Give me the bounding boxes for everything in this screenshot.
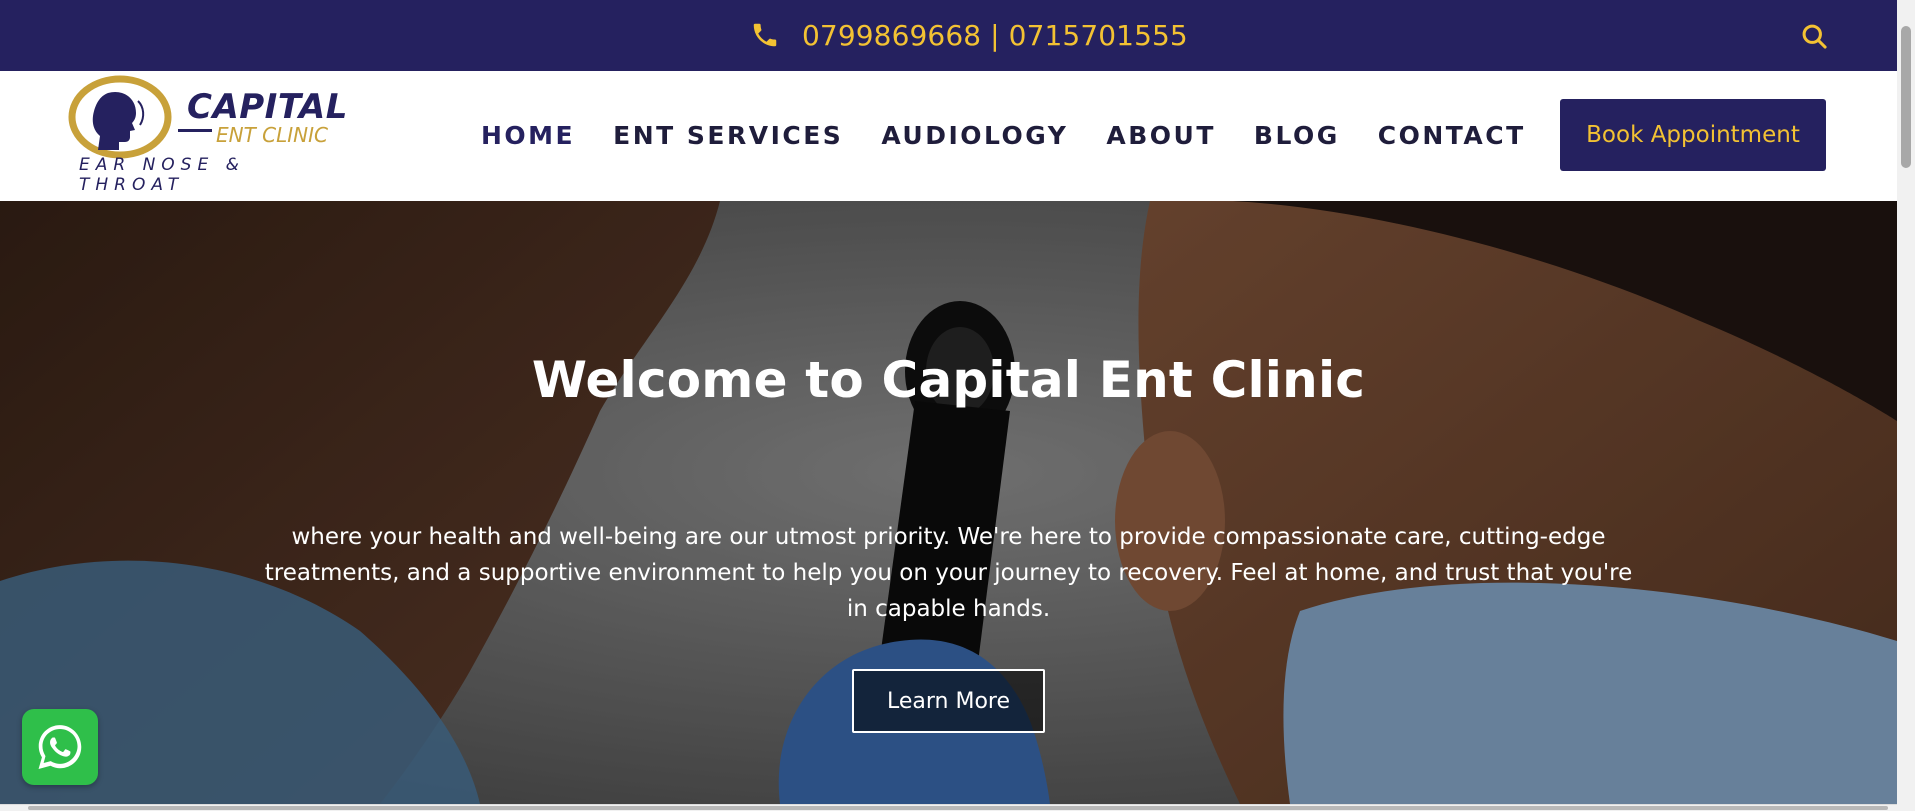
phone-numbers[interactable]: 0799869668 | 0715701555	[802, 19, 1188, 52]
learn-more-button[interactable]: Learn More	[852, 669, 1045, 733]
hero-section: Welcome to Capital Ent Clinic where your…	[0, 201, 1897, 804]
phone-contact[interactable]: 0799869668 | 0715701555	[750, 14, 1188, 56]
nav-ent-services[interactable]: ENT SERVICES	[613, 121, 843, 150]
hero-title: Welcome to Capital Ent Clinic	[531, 351, 1366, 409]
hero-text: where your health and well-being are our…	[264, 524, 1633, 622]
logo-tagline: EAR NOSE & THROAT	[79, 155, 245, 195]
nav-audiology[interactable]: AUDIOLOGY	[881, 121, 1068, 150]
vertical-scroll-thumb[interactable]	[1901, 26, 1911, 168]
whatsapp-button[interactable]	[22, 709, 98, 785]
whatsapp-icon	[38, 725, 82, 769]
top-contact-bar: 0799869668 | 0715701555	[0, 0, 1897, 71]
logo-head-icon	[68, 75, 172, 159]
nav-home[interactable]: HOME	[481, 121, 575, 150]
horizontal-scroll-thumb[interactable]	[28, 806, 1888, 810]
nav-contact[interactable]: CONTACT	[1378, 121, 1526, 150]
nav-blog[interactable]: BLOG	[1254, 121, 1340, 150]
nav-about[interactable]: ABOUT	[1106, 121, 1216, 150]
logo-brand: CAPITAL	[187, 87, 348, 127]
vertical-scrollbar[interactable]	[1897, 0, 1915, 811]
search-icon[interactable]	[1800, 22, 1828, 50]
logo-divider	[178, 129, 212, 132]
horizontal-scrollbar[interactable]	[0, 804, 1897, 811]
logo-sub: ENT CLINIC	[216, 123, 329, 147]
site-header: CAPITAL ENT CLINIC EAR NOSE & THROAT HOM…	[0, 71, 1897, 201]
site-logo[interactable]: CAPITAL ENT CLINIC EAR NOSE & THROAT	[68, 71, 347, 195]
book-appointment-button[interactable]: Book Appointment	[1560, 99, 1826, 171]
main-nav: HOME ENT SERVICES AUDIOLOGY ABOUT BLOG C…	[481, 121, 1526, 150]
phone-icon	[753, 23, 777, 47]
